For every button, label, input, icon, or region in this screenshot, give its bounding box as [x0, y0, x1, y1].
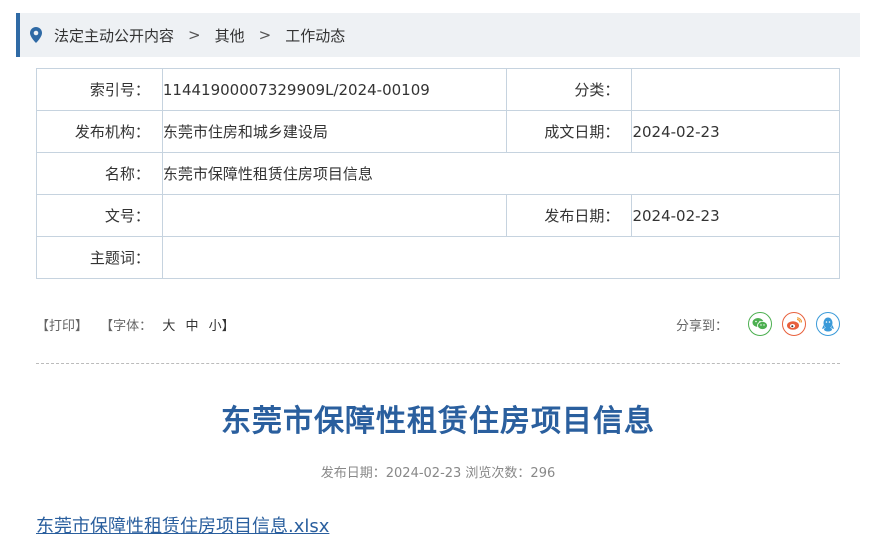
divider — [36, 363, 840, 364]
weibo-icon[interactable] — [782, 312, 806, 336]
location-pin-icon — [30, 27, 42, 43]
breadcrumb: 法定主动公开内容 > 其他 > 工作动态 — [16, 13, 860, 57]
index-value: 11441900007329909L/2024-00109 — [161, 68, 507, 111]
share-bar: 分享到： — [676, 312, 840, 336]
document-info-table: 索引号： 11441900007329909L/2024-00109 分类： 发… — [36, 68, 841, 279]
category-value — [631, 68, 840, 111]
article-meta: 发布日期：2024-02-23 浏览次数：296 — [320, 466, 556, 481]
table-row: 索引号： 11441900007329909L/2024-00109 分类： — [36, 68, 840, 111]
font-medium-button[interactable]: 中 — [185, 319, 198, 334]
doc-number-label: 文号： — [36, 194, 163, 237]
name-label: 名称： — [36, 152, 163, 195]
publisher-label: 发布机构： — [36, 110, 163, 153]
table-row: 主题词： — [36, 236, 841, 279]
publisher-value: 东莞市住房和城乡建设局 — [161, 110, 507, 153]
table-row: 名称： 东莞市保障性租赁住房项目信息 — [36, 152, 841, 195]
breadcrumb-item-other[interactable]: 其他 — [215, 25, 245, 46]
publish-date-value: 2024-02-23 — [631, 194, 840, 237]
attachment-link[interactable]: 东莞市保障性租赁住房项目信息.xlsx — [36, 512, 329, 538]
share-label: 分享到： — [675, 318, 728, 334]
name-value: 东莞市保障性租赁住房项目信息 — [161, 152, 841, 195]
table-row: 发布机构： 东莞市住房和城乡建设局 成文日期： 2024-02-23 — [36, 110, 840, 153]
doc-number-value — [161, 194, 507, 237]
table-row: 文号： 发布日期： 2024-02-23 — [36, 194, 840, 237]
keywords-label: 主题词： — [36, 236, 163, 279]
breadcrumb-item-work-news[interactable]: 工作动态 — [285, 25, 345, 46]
qq-icon[interactable] — [816, 312, 840, 336]
created-date-label: 成文日期： — [505, 110, 633, 153]
index-label: 索引号： — [36, 68, 163, 111]
font-size-label: 【字体： — [100, 318, 153, 334]
wechat-icon[interactable] — [748, 312, 772, 336]
print-button[interactable]: 【打印】 — [36, 319, 88, 334]
category-label: 分类： — [505, 68, 633, 111]
font-small-button[interactable]: 小】 — [209, 319, 235, 334]
created-date-value: 2024-02-23 — [631, 110, 840, 153]
chevron-right-icon: > — [188, 26, 201, 44]
font-large-button[interactable]: 大 — [162, 319, 175, 334]
publish-date-label: 发布日期： — [505, 194, 633, 237]
article-toolbar: 【打印】 【字体： 大 中 小】 分享到： — [36, 307, 840, 341]
chevron-right-icon: > — [258, 26, 272, 44]
keywords-value — [161, 236, 841, 279]
breadcrumb-item-public[interactable]: 法定主动公开内容 — [54, 25, 174, 46]
font-tools: 【打印】 【字体： 大 中 小】 — [36, 315, 237, 334]
article-title: 东莞市保障性租赁住房项目信息 — [221, 404, 655, 439]
